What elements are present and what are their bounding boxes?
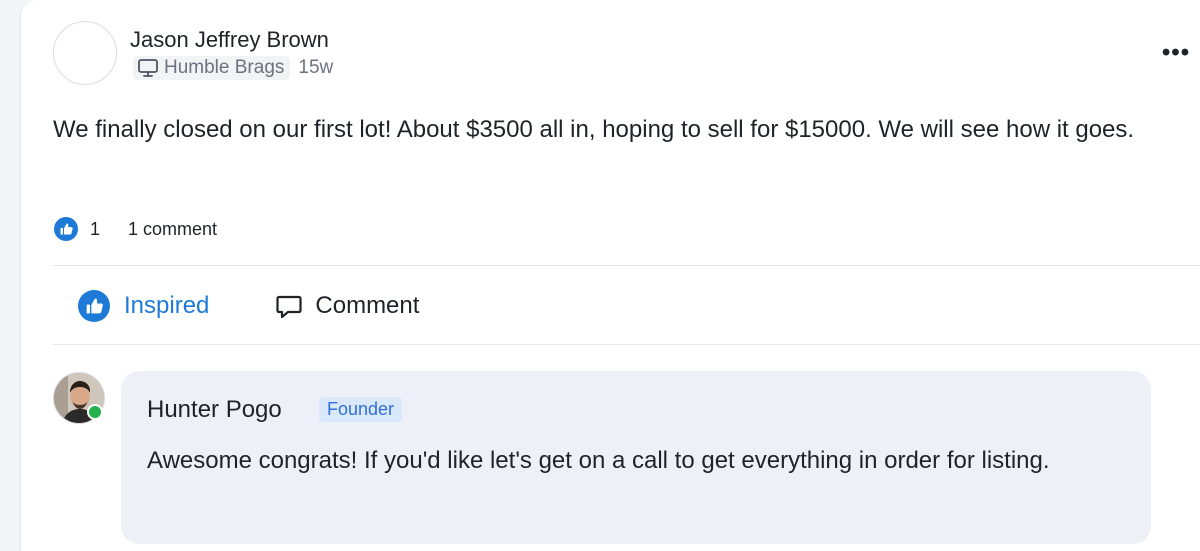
author-avatar[interactable]	[53, 21, 117, 85]
online-status-indicator	[87, 404, 103, 420]
comment-button[interactable]: Comment	[273, 290, 419, 322]
comment-bubble: Hunter Pogo Founder Awesome congrats! If…	[121, 371, 1151, 544]
comment-text: Awesome congrats! If you'd like let's ge…	[147, 447, 1050, 474]
thumbs-up-badge-icon[interactable]	[54, 217, 78, 241]
space-link[interactable]: Humble Brags	[133, 56, 291, 80]
inspired-label: Inspired	[124, 292, 210, 319]
post-stats: 1 1 comment	[54, 217, 217, 241]
founder-badge: Founder	[319, 397, 403, 422]
inspired-button[interactable]: Inspired	[78, 290, 209, 322]
space-name: Humble Brags	[164, 57, 285, 78]
more-options-button[interactable]: •••	[1161, 39, 1191, 66]
monitor-icon	[137, 58, 159, 78]
post-actions: Inspired Comment	[78, 288, 419, 324]
comment-count-link[interactable]: 1 comment	[128, 219, 217, 240]
post-body-text: We finally closed on our first lot! Abou…	[53, 116, 1135, 143]
thumbs-up-icon	[78, 290, 110, 322]
post-timestamp[interactable]: 15w	[298, 57, 333, 79]
post-meta: Humble Brags 15w	[133, 56, 333, 80]
post-author-name[interactable]: Jason Jeffrey Brown	[130, 27, 329, 53]
speech-bubble-icon	[273, 290, 305, 322]
post-card: Jason Jeffrey Brown Humble Brags 15w •••…	[20, 0, 1200, 551]
divider	[53, 265, 1200, 266]
like-count[interactable]: 1	[90, 219, 100, 240]
commenter-name[interactable]: Hunter Pogo	[147, 396, 282, 424]
divider	[53, 344, 1200, 345]
more-dots-icon: •••	[1161, 39, 1191, 66]
comment-label: Comment	[315, 292, 420, 319]
